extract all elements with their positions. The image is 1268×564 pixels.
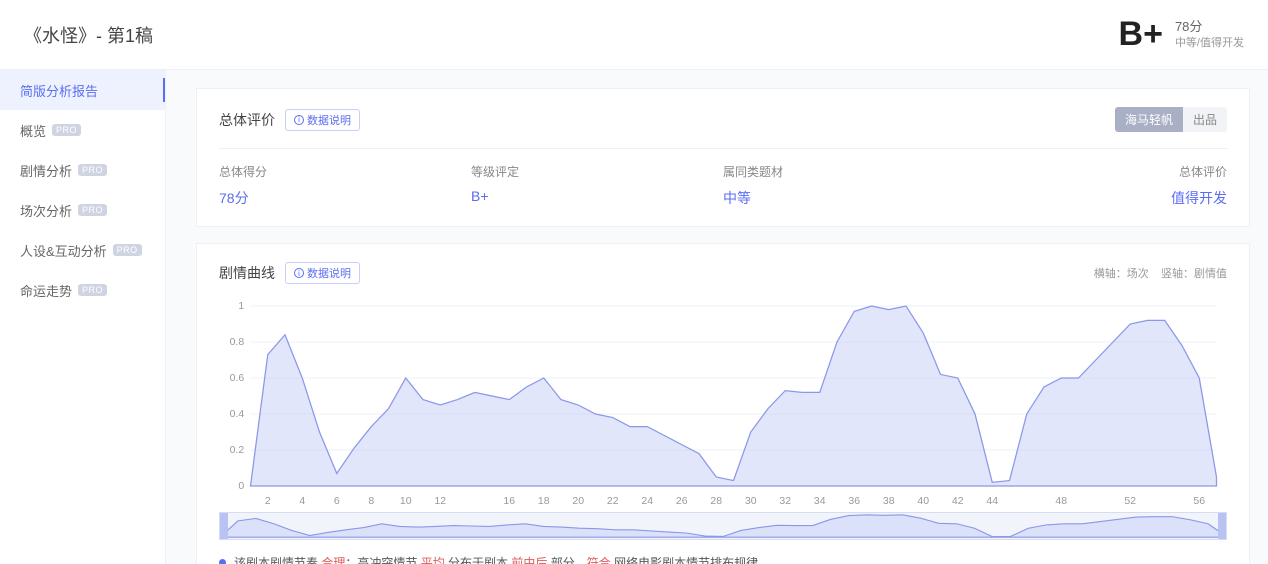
svg-text:0.8: 0.8 — [230, 337, 245, 348]
svg-text:34: 34 — [814, 496, 826, 507]
svg-text:0.6: 0.6 — [230, 373, 245, 384]
summary-value: B+ — [471, 188, 723, 204]
plot-curve-panel: 剧情曲线 i 数据说明 横轴：场次 竖轴：剧情值 00.20.40.60.812… — [196, 243, 1250, 564]
svg-text:38: 38 — [883, 496, 895, 507]
overall-eval-panel: 总体评价 i 数据说明 海马轻帆 出品 总体得分 78分等级评定 B+属同类题材中等… — [196, 88, 1250, 227]
footnote-text: 该剧本剧情节奏 合理；高冲突情节 平均 分布于剧本 前中后 部分，符合 网络电影… — [234, 554, 758, 564]
chart: 00.20.40.60.8124681012161820222426283032… — [219, 300, 1227, 510]
grade-score: 78分 — [1175, 19, 1244, 36]
explain-label: 数据说明 — [307, 112, 351, 128]
svg-text:0: 0 — [238, 481, 244, 492]
pro-badge: PRO — [78, 204, 107, 216]
svg-text:32: 32 — [779, 496, 791, 507]
pro-badge: PRO — [52, 124, 81, 136]
sidebar-item-label: 命运走势 — [20, 281, 72, 300]
summary-label: 总体得分 — [219, 163, 471, 180]
page-title: 《水怪》- 第1稿 — [24, 22, 153, 48]
panel-title: 总体评价 — [219, 110, 275, 130]
header: 《水怪》- 第1稿 B+ 78分 中等/值得开发 — [0, 0, 1268, 70]
data-explain-button[interactable]: i 数据说明 — [285, 109, 360, 131]
svg-text:36: 36 — [848, 496, 860, 507]
svg-text:16: 16 — [503, 496, 515, 507]
svg-text:2: 2 — [265, 496, 271, 507]
sidebar-item-label: 场次分析 — [20, 201, 72, 220]
x-axis-label: 横轴：场次 — [1094, 268, 1149, 280]
data-explain-button[interactable]: i 数据说明 — [285, 262, 360, 284]
bullet-icon — [219, 559, 226, 564]
pro-badge: PRO — [78, 284, 107, 296]
summary-col-1: 等级评定 B+ — [471, 163, 723, 208]
svg-text:44: 44 — [986, 496, 998, 507]
sidebar-item-label: 简版分析报告 — [20, 81, 98, 100]
brand-right: 出品 — [1183, 107, 1227, 132]
summary-col-3: 总体评价值得开发 — [975, 163, 1227, 208]
range-handle-left[interactable] — [220, 513, 228, 539]
panel-title: 剧情曲线 — [219, 263, 275, 283]
svg-text:22: 22 — [607, 496, 619, 507]
sidebar-item-1[interactable]: 概览 PRO — [0, 110, 165, 150]
range-handle-right[interactable] — [1218, 513, 1226, 539]
range-slider[interactable] — [219, 512, 1227, 540]
grade-block: B+ 78分 中等/值得开发 — [1119, 15, 1244, 54]
svg-text:40: 40 — [917, 496, 929, 507]
svg-text:56: 56 — [1193, 496, 1205, 507]
y-axis-label: 竖轴：剧情值 — [1161, 268, 1227, 280]
svg-text:18: 18 — [538, 496, 550, 507]
svg-text:6: 6 — [334, 496, 340, 507]
grade-desc: 中等/值得开发 — [1175, 36, 1244, 50]
svg-text:52: 52 — [1124, 496, 1136, 507]
summary-value: 值得开发 — [975, 188, 1227, 208]
sidebar: 简版分析报告概览 PRO 剧情分析 PRO 场次分析 PRO 人设&互动分析 PRO 命运走势 P… — [0, 70, 166, 564]
svg-text:1: 1 — [238, 301, 244, 312]
sidebar-item-4[interactable]: 人设&互动分析 PRO — [0, 230, 165, 270]
svg-text:12: 12 — [434, 496, 446, 507]
summary-label: 属同类题材 — [723, 163, 975, 180]
svg-text:20: 20 — [572, 496, 584, 507]
sidebar-item-label: 剧情分析 — [20, 161, 72, 180]
sidebar-item-0[interactable]: 简版分析报告 — [0, 70, 165, 110]
grade-letter: B+ — [1119, 15, 1163, 54]
sidebar-item-5[interactable]: 命运走势 PRO — [0, 270, 165, 310]
summary-label: 总体评价 — [975, 163, 1227, 180]
axis-legend: 横轴：场次 竖轴：剧情值 — [1094, 265, 1227, 281]
svg-text:42: 42 — [952, 496, 964, 507]
pro-badge: PRO — [113, 244, 142, 256]
svg-text:0.2: 0.2 — [230, 445, 245, 456]
svg-text:26: 26 — [676, 496, 688, 507]
sidebar-item-label: 概览 — [20, 121, 46, 140]
svg-text:10: 10 — [400, 496, 412, 507]
svg-text:30: 30 — [745, 496, 757, 507]
sidebar-item-2[interactable]: 剧情分析 PRO — [0, 150, 165, 190]
pro-badge: PRO — [78, 164, 107, 176]
svg-text:24: 24 — [641, 496, 653, 507]
summary-label: 等级评定 — [471, 163, 723, 180]
svg-text:28: 28 — [710, 496, 722, 507]
sidebar-item-3[interactable]: 场次分析 PRO — [0, 190, 165, 230]
sidebar-item-label: 人设&互动分析 — [20, 241, 107, 260]
info-icon: i — [294, 115, 304, 125]
summary-value: 中等 — [723, 188, 975, 208]
svg-text:4: 4 — [299, 496, 305, 507]
explain-label: 数据说明 — [307, 265, 351, 281]
summary-value: 78分 — [219, 188, 471, 208]
svg-text:0.4: 0.4 — [230, 409, 245, 420]
brand-badge: 海马轻帆 出品 — [1115, 107, 1227, 132]
main-content: 总体评价 i 数据说明 海马轻帆 出品 总体得分 78分等级评定 B+属同类题材中等… — [166, 70, 1268, 564]
summary-col-0: 总体得分 78分 — [219, 163, 471, 208]
svg-text:48: 48 — [1055, 496, 1067, 507]
info-icon: i — [294, 268, 304, 278]
brand-left: 海马轻帆 — [1115, 107, 1183, 132]
summary-row: 总体得分 78分等级评定 B+属同类题材中等总体评价值得开发 — [219, 148, 1227, 208]
svg-text:8: 8 — [368, 496, 374, 507]
summary-col-2: 属同类题材中等 — [723, 163, 975, 208]
chart-footnote: 该剧本剧情节奏 合理；高冲突情节 平均 分布于剧本 前中后 部分，符合 网络电影… — [219, 554, 1227, 564]
